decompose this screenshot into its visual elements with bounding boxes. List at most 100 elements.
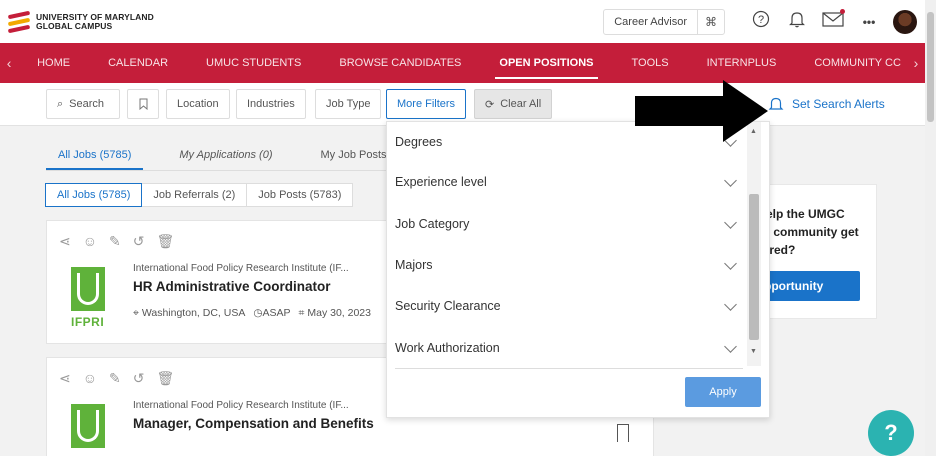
refresh-icon: ⟳ (485, 98, 495, 111)
avatar[interactable] (893, 9, 917, 34)
filter-majors[interactable]: Majors (395, 245, 743, 285)
filter-bar: ⌕ Search Location Industries Job Type Mo… (0, 83, 925, 126)
subtab-job-referrals[interactable]: Job Referrals (2) (141, 183, 248, 207)
clear-all-label: Clear All (500, 98, 542, 110)
main-nav: ‹ HOME CALENDAR UMUC STUDENTS BROWSE CAN… (0, 43, 925, 83)
gear-cluster-icon[interactable]: ⌘ (698, 15, 724, 29)
page-scrollbar[interactable] (925, 0, 936, 456)
nav-community[interactable]: COMMUNITY CC (795, 43, 907, 83)
top-header: UNIVERSITY OF MARYLAND GLOBAL CAMPUS Car… (0, 0, 925, 43)
apply-button[interactable]: Apply (685, 377, 761, 407)
bell-icon (768, 97, 784, 110)
pointer-arrow-icon (635, 80, 768, 142)
job-start: ASAP (262, 307, 291, 319)
job-subtabs: All Jobs (5785) Job Referrals (2) Job Po… (45, 183, 354, 207)
notification-bell-icon[interactable] (779, 10, 815, 33)
location-pin-icon: ⌖ (133, 307, 139, 319)
promo-line2: t community get (766, 225, 859, 239)
job-meta: ⌖ Washington, DC, USA ◷ASAP ⌗ May 30, 20… (133, 307, 371, 320)
bookmark-icon (139, 98, 147, 110)
tab-all-jobs[interactable]: All Jobs (5785) (46, 140, 144, 170)
filter-security-clearance[interactable]: Security Clearance (395, 286, 743, 326)
nav-prev-icon[interactable]: ‹ (0, 55, 18, 71)
chevron-down-icon (724, 340, 737, 353)
subtab-job-posts[interactable]: Job Posts (5783) (246, 183, 354, 207)
nav-calendar[interactable]: CALENDAR (89, 43, 187, 83)
clear-all-button[interactable]: ⟳ Clear All (474, 89, 553, 119)
chevron-down-icon (724, 216, 737, 229)
share-icon[interactable]: ⋖ (59, 233, 71, 250)
clock-icon: ◷ (253, 307, 263, 319)
career-advisor-switch[interactable]: Career Advisor ⌘ (603, 8, 725, 35)
svg-text:?: ? (758, 14, 764, 26)
job-org: International Food Policy Research Insti… (133, 400, 349, 411)
scroll-thumb[interactable] (749, 194, 759, 340)
tab-my-applications[interactable]: My Applications (0) (167, 140, 284, 170)
chevron-down-icon (724, 174, 737, 187)
ifpri-logo (71, 404, 107, 456)
trash-icon[interactable]: 🗑 (157, 370, 175, 387)
nav-home[interactable]: HOME (18, 43, 89, 83)
dropdown-divider (395, 368, 743, 369)
tag-icon: ⌗ (298, 307, 305, 319)
user-icon[interactable]: ☺ (83, 233, 97, 250)
trash-icon[interactable]: 🗑 (157, 233, 175, 250)
promo-line3: ired? (766, 243, 796, 257)
job-title[interactable]: Manager, Compensation and Benefits (133, 416, 374, 431)
page-scroll-thumb[interactable] (927, 12, 934, 122)
user-icon[interactable]: ☺ (83, 370, 97, 387)
promo-line1: elp the UMGC (766, 207, 845, 221)
search-icon: ⌕ (57, 97, 64, 110)
more-filters-dropdown: Degrees Experience level Job Category Ma… (386, 121, 770, 418)
more-menu-icon[interactable]: ••• (851, 15, 887, 29)
post-opportunity-button[interactable]: pportunity (758, 271, 860, 301)
job-location: Washington, DC, USA (141, 307, 246, 319)
filter-work-authorization[interactable]: Work Authorization (395, 328, 743, 366)
nav-open-positions[interactable]: OPEN POSITIONS (480, 43, 612, 83)
chevron-down-icon (724, 257, 737, 270)
filter-category-list: Degrees Experience level Job Category Ma… (387, 122, 749, 366)
card-actions: ⋖ ☺ ✎ ↺ 🗑 (59, 370, 174, 387)
card-actions: ⋖ ☺ ✎ ↺ 🗑 (59, 233, 174, 250)
filter-job-category[interactable]: Job Category (395, 204, 743, 244)
share-icon[interactable]: ⋖ (59, 370, 71, 387)
search-label: Search (69, 98, 105, 110)
edit-pencil-icon[interactable]: ✎ (109, 233, 121, 250)
dropdown-scrollbar[interactable]: ▲ ▼ (747, 122, 761, 366)
subtab-all-jobs[interactable]: All Jobs (5785) (45, 183, 143, 207)
unread-dot (840, 9, 845, 14)
nav-next-icon[interactable]: › (907, 55, 925, 71)
umgc-logo[interactable]: UNIVERSITY OF MARYLAND GLOBAL CAMPUS (7, 10, 154, 33)
help-button[interactable]: ? (868, 410, 914, 456)
saved-bookmark-button[interactable] (127, 89, 159, 119)
mail-icon[interactable] (815, 9, 851, 32)
job-tabs: All Jobs (5785) My Applications (0) My J… (46, 140, 411, 170)
job-type-filter[interactable]: Job Type (315, 89, 382, 119)
logo-text: IFPRI (71, 315, 105, 329)
logo-mark-icon (7, 10, 31, 33)
industries-filter[interactable]: Industries (236, 89, 306, 119)
filter-experience-level[interactable]: Experience level (395, 162, 743, 202)
nav-tools[interactable]: TOOLS (613, 43, 688, 83)
ifpri-logo: IFPRI (71, 267, 107, 329)
job-title[interactable]: HR Administrative Coordinator (133, 279, 331, 294)
location-filter[interactable]: Location (166, 89, 230, 119)
nav-browse-candidates[interactable]: BROWSE CANDIDATES (320, 43, 480, 83)
set-search-alerts-label: Set Search Alerts (792, 97, 885, 111)
help-circle-icon[interactable]: ? (743, 10, 779, 33)
logo-line2: GLOBAL CAMPUS (36, 20, 113, 31)
chevron-down-icon (724, 298, 737, 311)
set-search-alerts-link[interactable]: Set Search Alerts (768, 96, 885, 112)
job-date: May 30, 2023 (307, 307, 371, 319)
bookmark-icon[interactable] (617, 424, 629, 442)
nav-umuc-students[interactable]: UMUC STUDENTS (187, 43, 320, 83)
edit-pencil-icon[interactable]: ✎ (109, 370, 121, 387)
search-button[interactable]: ⌕ Search (46, 89, 120, 119)
nav-internplus[interactable]: INTERNPLUS (688, 43, 796, 83)
scroll-down-icon[interactable]: ▼ (750, 348, 757, 355)
undo-icon[interactable]: ↺ (133, 233, 145, 250)
career-advisor-label: Career Advisor (604, 9, 698, 34)
more-filters-button[interactable]: More Filters (386, 89, 467, 119)
job-org: International Food Policy Research Insti… (133, 263, 349, 274)
undo-icon[interactable]: ↺ (133, 370, 145, 387)
